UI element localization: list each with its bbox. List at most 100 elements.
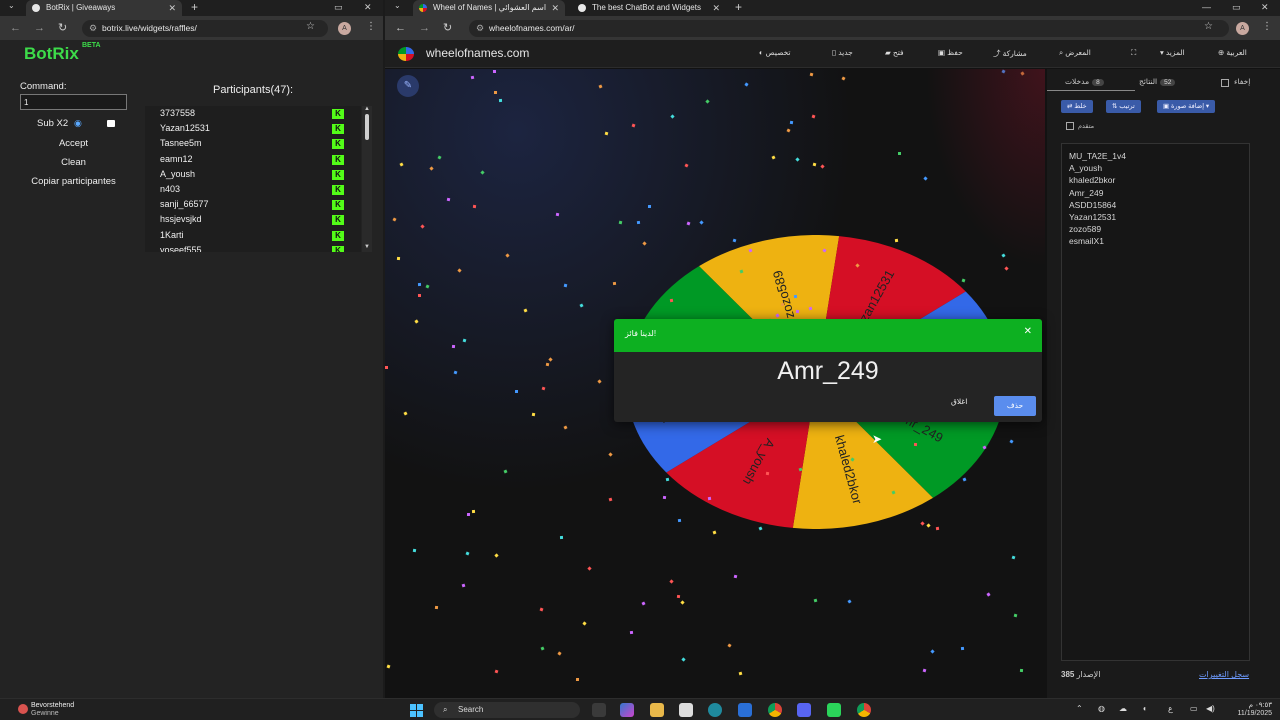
new-tab-icon[interactable]: + xyxy=(735,0,742,15)
copy-participants-button[interactable]: Copiar participantes xyxy=(20,173,127,188)
sub-x2-checkbox[interactable] xyxy=(107,120,115,127)
add-image-button[interactable]: ▣ إضافة صورة ▾ xyxy=(1157,100,1216,113)
taskbar-search[interactable]: ⌕ Search xyxy=(434,702,580,718)
bookmark-star-icon[interactable]: ☆ xyxy=(306,21,315,32)
discord-icon[interactable] xyxy=(797,703,811,717)
participant-name: Yazan12531 xyxy=(160,123,210,134)
chrome-icon[interactable] xyxy=(857,703,871,717)
start-button-icon[interactable] xyxy=(410,704,424,717)
close-dialog-icon[interactable]: ✕ xyxy=(1024,326,1032,337)
participants-list[interactable]: 3737558 K Yazan12531 K Tasnee5m Keamn12 K A_you… xyxy=(145,106,361,252)
weather-badge-icon[interactable] xyxy=(18,704,28,714)
edge-icon[interactable] xyxy=(708,703,722,717)
url-field[interactable]: ⚙ wheelofnames.com/ar/ xyxy=(469,20,1229,37)
store-icon[interactable] xyxy=(679,703,693,717)
tab-botrix-giveaways[interactable]: BotRix | Giveaways ✕ xyxy=(26,0,182,16)
participant-row: yoseef555 K xyxy=(145,243,361,252)
close-tab-icon[interactable]: ✕ xyxy=(551,0,559,16)
advanced-checkbox[interactable] xyxy=(1066,122,1074,130)
tab-search-chevron-icon[interactable]: ⌄ xyxy=(394,1,401,10)
mail-icon[interactable] xyxy=(738,703,752,717)
chrome-icon[interactable] xyxy=(768,703,782,717)
tab-botrix-chatbot[interactable]: The best ChatBot and Widgets ✕ xyxy=(572,0,726,16)
tray-chevron-icon[interactable]: ⌃ xyxy=(1076,704,1083,713)
menu-open[interactable]: ▰ فتح xyxy=(885,48,904,57)
eye-icon[interactable]: ◉ xyxy=(74,118,82,129)
minimize-icon[interactable]: — xyxy=(1202,0,1211,15)
language-indicator[interactable]: ع xyxy=(1168,704,1173,713)
confetti-piece xyxy=(453,370,458,375)
url-field[interactable]: ⚙ botrix.live/widgets/raffles/ xyxy=(82,20,328,37)
confetti-piece xyxy=(636,220,641,225)
tab-results[interactable]: النتائج 52 xyxy=(1139,77,1176,86)
left-browser-window: ⌄ BotRix | Giveaways ✕ + ▭ ✕ ← → ↻ ⚙ bot… xyxy=(0,0,383,698)
entries-count-badge: 8 xyxy=(1092,79,1104,86)
minimize-icon[interactable]: ▭ xyxy=(334,0,343,15)
microphone-icon[interactable]: ◖ xyxy=(1142,704,1147,713)
tab-entries[interactable]: مدخلات 8 xyxy=(1065,77,1104,86)
copilot-icon[interactable] xyxy=(620,703,634,717)
pencil-icon[interactable]: ✎ xyxy=(397,75,419,97)
participants-title: Participants(47): xyxy=(213,84,294,96)
close-window-icon[interactable]: ✕ xyxy=(364,0,372,15)
kick-app-icon[interactable] xyxy=(827,703,841,717)
profile-avatar[interactable]: A xyxy=(338,22,351,35)
network-icon[interactable]: ▭ xyxy=(1190,704,1198,713)
clean-button[interactable]: Clean xyxy=(20,154,127,169)
close-tab-icon[interactable]: ✕ xyxy=(712,0,720,16)
scroll-thumb[interactable] xyxy=(365,114,369,140)
new-tab-icon[interactable]: + xyxy=(191,0,198,15)
scroll-down-icon[interactable]: ▼ xyxy=(364,244,370,250)
profile-avatar[interactable]: A xyxy=(1236,22,1249,35)
close-window-icon[interactable]: ✕ xyxy=(1261,0,1269,15)
confetti-piece xyxy=(399,162,404,167)
forward-icon[interactable]: → xyxy=(34,20,45,36)
entries-textarea[interactable]: MU_TA2E_1v4 A_yoush khaled2bkor Amr_249 ASDD… xyxy=(1061,143,1250,661)
hide-checkbox[interactable] xyxy=(1221,79,1229,87)
beta-badge: BETA xyxy=(82,42,101,49)
menu-new[interactable]: ▯ جديد xyxy=(832,48,853,57)
menu-label: مشاركة xyxy=(1002,49,1027,58)
file-explorer-icon[interactable] xyxy=(650,703,664,717)
clock[interactable]: ٠٩:٥٣ م 11/19/2025 xyxy=(1224,702,1272,718)
menu-share[interactable]: ⤴ مشاركة xyxy=(993,48,1027,59)
task-view-icon[interactable] xyxy=(592,703,606,717)
sort-button[interactable]: ⇅ ترتيب xyxy=(1106,100,1141,113)
reload-icon[interactable]: ↻ xyxy=(443,20,452,36)
changelog-link[interactable]: سجل التغييرات xyxy=(1199,670,1249,679)
confetti-piece xyxy=(618,220,623,225)
scroll-up-icon[interactable]: ▲ xyxy=(364,106,370,112)
command-input[interactable] xyxy=(20,94,127,110)
fullscreen-icon[interactable]: ⛶ xyxy=(1131,48,1136,58)
accept-button[interactable]: Accept xyxy=(20,135,127,150)
back-icon[interactable]: ← xyxy=(395,20,406,36)
wheel-site-logo[interactable]: wheelofnames.com xyxy=(426,46,529,60)
menu-gallery[interactable]: ⌕ المعرض xyxy=(1059,48,1091,58)
menu-dots-icon[interactable]: ⋮ xyxy=(1262,21,1272,32)
shuffle-button[interactable]: ⇄ خلط xyxy=(1061,100,1093,113)
cloud-icon[interactable]: ☁ xyxy=(1119,704,1127,713)
participants-scrollbar[interactable]: ▲ ▼ xyxy=(362,106,372,252)
bookmark-star-icon[interactable]: ☆ xyxy=(1204,21,1213,32)
menu-language[interactable]: ⊕ العربية xyxy=(1218,48,1247,57)
kick-platform-icon: K xyxy=(332,215,344,226)
dialog-remove-button[interactable]: حذف xyxy=(994,396,1036,416)
volume-icon[interactable]: ◀) xyxy=(1206,704,1215,713)
entries-panel: مدخلات 8 النتائج 52 إخفاء ⇄ خلط ⇅ ترتيب ▣ … xyxy=(1047,69,1280,698)
tray-app-icon[interactable]: ◍ xyxy=(1098,704,1105,713)
weather-title[interactable]: Bevorstehend xyxy=(31,702,74,709)
tab-wheel-of-names[interactable]: Wheel of Names | اسم العشوائي ✕ xyxy=(413,0,565,16)
dialog-close-button[interactable]: اغلاق xyxy=(951,397,967,406)
menu-save[interactable]: ▣ حفظ xyxy=(938,48,963,57)
menu-dots-icon[interactable]: ⋮ xyxy=(366,21,376,32)
back-icon[interactable]: ← xyxy=(10,20,21,36)
confetti-piece xyxy=(461,583,466,588)
confetti-piece xyxy=(503,469,508,474)
tab-search-chevron-icon[interactable]: ⌄ xyxy=(8,1,15,10)
menu-customize[interactable]: ◐ تخصيص xyxy=(759,48,791,57)
maximize-icon[interactable]: ▭ xyxy=(1232,0,1241,15)
close-tab-icon[interactable]: ✕ xyxy=(168,0,176,16)
reload-icon[interactable]: ↻ xyxy=(58,20,67,36)
menu-more[interactable]: ▾ المزيد xyxy=(1160,48,1185,57)
forward-icon[interactable]: → xyxy=(419,20,430,36)
